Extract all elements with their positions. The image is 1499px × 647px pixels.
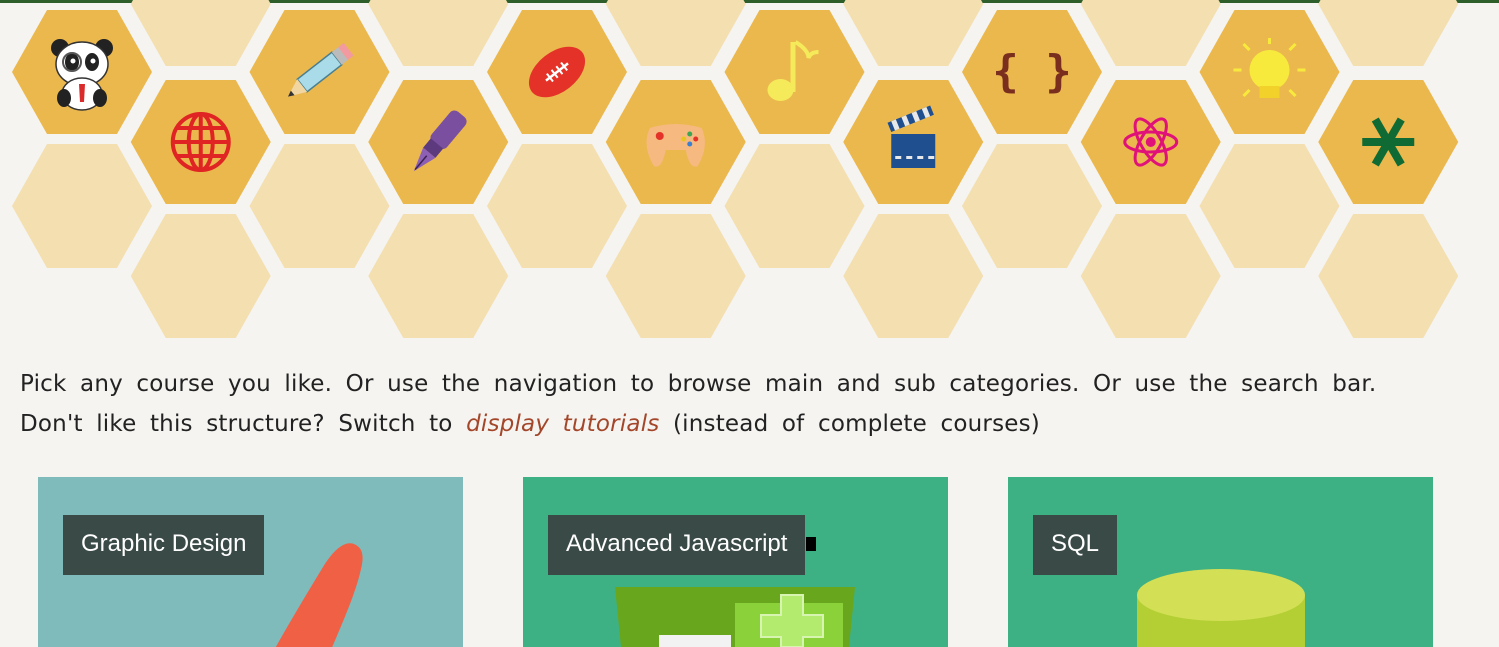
course-card-graphic-design[interactable]: Graphic Design: [38, 477, 463, 647]
empty-hex: [1080, 0, 1221, 66]
course-title: SQL: [1033, 515, 1118, 575]
empty-hex: [130, 214, 271, 338]
category-hex-panda[interactable]: [12, 10, 152, 134]
category-hex-lightbulb[interactable]: [1199, 10, 1340, 134]
intro-line-2: Don't like this structure? Switch to dis…: [20, 404, 1480, 444]
empty-hex: [1199, 144, 1340, 268]
display-tutorials-link[interactable]: display tutorials: [466, 411, 659, 437]
course-title: Graphic Design: [63, 515, 265, 575]
category-hex-atom[interactable]: [1080, 80, 1221, 204]
empty-hex: [249, 144, 390, 268]
category-hex-curly-braces[interactable]: { }: [962, 10, 1102, 134]
empty-hex: [843, 214, 984, 338]
empty-hex: [1318, 0, 1459, 66]
empty-hex: [962, 144, 1102, 268]
empty-hex: [368, 214, 509, 338]
category-hex-fountain-pen[interactable]: [368, 80, 509, 204]
intro-text: Pick any course you like. Or use the nav…: [20, 364, 1480, 444]
intro-line-2-before: Don't like this structure? Switch to: [20, 411, 467, 437]
course-card-sql[interactable]: SQL: [1008, 477, 1433, 647]
empty-hex: [12, 144, 152, 268]
category-hex-asterisk[interactable]: [1318, 80, 1459, 204]
empty-hex: [1318, 214, 1459, 338]
category-hex-football[interactable]: [487, 10, 627, 134]
category-hex-globe[interactable]: [130, 80, 271, 204]
panda-icon: [51, 39, 113, 111]
empty-hex: [368, 0, 509, 66]
curly-braces-icon: { }: [992, 46, 1071, 97]
empty-hex: [843, 0, 984, 66]
category-hex-gamepad[interactable]: [605, 80, 746, 204]
empty-hex: [605, 214, 746, 338]
empty-hex: [724, 144, 865, 268]
course-title: Advanced Javascript: [548, 515, 806, 575]
empty-hex: [605, 0, 746, 66]
category-hex-music-note[interactable]: [724, 10, 865, 134]
intro-line-1: Pick any course you like. Or use the nav…: [20, 371, 1377, 397]
svg-text:{ }: { }: [992, 46, 1071, 97]
category-hex-clapperboard[interactable]: [843, 80, 984, 204]
empty-hex: [130, 0, 271, 66]
course-card-advanced-javascript[interactable]: Advanced Javascript: [523, 477, 948, 647]
intro-line-2-after: (instead of complete courses): [659, 411, 1040, 437]
empty-hex: [1080, 214, 1221, 338]
category-honeycomb: { }: [0, 0, 1499, 345]
category-hex-pencil[interactable]: [249, 10, 390, 134]
empty-hex: [487, 144, 627, 268]
honeycomb-svg: { }: [12, 0, 1459, 338]
globe-icon: [170, 112, 231, 172]
